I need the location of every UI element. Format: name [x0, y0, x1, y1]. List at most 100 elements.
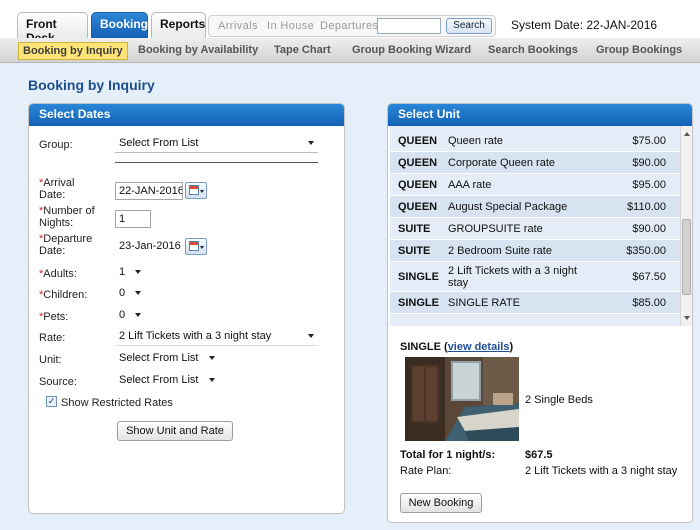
unit-price: $90.00	[632, 157, 666, 169]
arrivals-link[interactable]: Arrivals	[218, 20, 258, 32]
unit-rate-name: Corporate Queen rate	[448, 157, 556, 169]
scrollbar-thumb[interactable]	[682, 219, 691, 295]
group-select[interactable]: Select From List	[115, 135, 318, 153]
subnav-group-booking-wizard[interactable]: Group Booking Wizard	[352, 44, 471, 56]
chevron-down-icon	[308, 141, 314, 145]
nights-label-line1: Number of	[43, 205, 95, 217]
arrival-label-line1: Arrival	[43, 177, 75, 189]
subnav-booking-by-availability[interactable]: Booking by Availability	[138, 44, 258, 56]
subnav-group-bookings[interactable]: Group Bookings	[596, 44, 682, 56]
in-house-link[interactable]: In House	[267, 20, 314, 32]
checkmark-icon: ✓	[47, 396, 56, 406]
scroll-down-icon[interactable]	[684, 316, 690, 320]
show-unit-and-rate-button[interactable]: Show Unit and Rate	[117, 421, 233, 441]
rate-plan-value: 2 Lift Tickets with a 3 night stay	[525, 465, 678, 477]
unit-price: $110.00	[627, 201, 666, 213]
select-dates-panel: Select Dates Group: Select From List *Ar…	[28, 103, 345, 514]
unit-select-value: Select From List	[119, 352, 199, 364]
departures-link[interactable]: Departures	[320, 20, 378, 32]
room-photo-image	[405, 357, 519, 441]
nights-input[interactable]: 1	[115, 210, 151, 228]
unit-row[interactable]: SUITE GROUPSUITE rate $90.00	[390, 218, 680, 240]
unit-price: $85.00	[632, 297, 666, 309]
source-label: Source:	[39, 376, 77, 388]
unit-label: Unit:	[39, 354, 62, 366]
unit-rate-list: QUEEN Queen rate $75.00 QUEEN Corporate …	[390, 126, 680, 326]
new-booking-button[interactable]: New Booking	[400, 493, 482, 513]
children-select-value: 0	[119, 287, 126, 299]
unit-type: QUEEN	[398, 157, 438, 169]
tab-booking[interactable]: Booking	[91, 12, 148, 38]
main-content: Booking by Inquiry Select Dates Group: S…	[0, 63, 700, 530]
departure-calendar-button[interactable]	[185, 238, 207, 255]
source-select[interactable]: Select From List	[115, 372, 219, 390]
booking-sub-nav: Booking by Inquiry Booking by Availabili…	[0, 38, 700, 63]
unit-row[interactable]: QUEEN Queen rate $75.00	[390, 130, 680, 152]
nights-label: *Number of Nights:	[39, 205, 95, 229]
search-input[interactable]	[377, 18, 441, 34]
chevron-down-icon	[135, 313, 141, 317]
unit-type: QUEEN	[398, 135, 438, 147]
unit-rate-name: 2 Lift Tickets with a 3 night stay	[448, 265, 578, 289]
children-label: *Children:	[39, 289, 87, 301]
page-title: Booking by Inquiry	[28, 77, 155, 93]
unit-select[interactable]: Select From List	[115, 350, 219, 368]
tab-front-desk[interactable]: Front Desk	[17, 12, 88, 45]
unit-type: SUITE	[398, 245, 431, 257]
arrival-label-line2: Date:	[39, 189, 66, 201]
calendar-icon	[189, 185, 199, 195]
unit-rate-name: 2 Bedroom Suite rate	[448, 245, 552, 257]
select-unit-header: Select Unit	[388, 104, 692, 126]
rate-label: Rate:	[39, 332, 66, 344]
unit-row[interactable]: SINGLE 2 Lift Tickets with a 3 night sta…	[390, 262, 680, 292]
group-label: Group:	[39, 139, 73, 151]
children-select[interactable]: 0	[115, 285, 145, 303]
unit-row[interactable]: SUITE 2 Bedroom Suite rate $350.00	[390, 240, 680, 262]
view-details-link[interactable]: view details	[448, 341, 510, 353]
scroll-up-icon[interactable]	[684, 132, 690, 136]
subnav-search-bookings[interactable]: Search Bookings	[488, 44, 578, 56]
adults-label-text: Adults:	[43, 268, 77, 280]
unit-price: $90.00	[632, 223, 666, 235]
show-restricted-rates-label: Show Restricted Rates	[61, 397, 173, 409]
chevron-down-icon	[209, 378, 215, 382]
top-navigation: Front Desk Booking Reports Arrivals In H…	[0, 0, 700, 45]
nights-label-line2: Nights:	[39, 217, 74, 229]
chevron-down-icon	[308, 334, 314, 338]
select-dates-header: Select Dates	[29, 104, 344, 126]
calendar-icon	[189, 241, 199, 251]
beds-description: 2 Single Beds	[525, 394, 593, 406]
subnav-booking-by-inquiry[interactable]: Booking by Inquiry	[18, 42, 128, 60]
unit-list-scrollbar[interactable]	[680, 126, 692, 326]
adults-select-value: 1	[119, 266, 126, 278]
unit-price: $95.00	[632, 179, 666, 191]
arrival-calendar-button[interactable]	[185, 182, 207, 199]
rate-select[interactable]: 2 Lift Tickets with a 3 night stay	[115, 328, 318, 346]
show-restricted-rates-checkbox[interactable]: ✓	[46, 396, 57, 407]
subnav-tape-chart[interactable]: Tape Chart	[274, 44, 331, 56]
pets-label: *Pets:	[39, 311, 68, 323]
unit-row[interactable]: SINGLE SINGLE RATE $85.00	[390, 292, 680, 314]
divider	[115, 162, 318, 163]
chevron-down-icon	[209, 356, 215, 360]
selected-unit-type: SINGLE	[400, 341, 441, 353]
arrival-date-input[interactable]: 22-JAN-2016	[115, 182, 183, 200]
rate-select-value: 2 Lift Tickets with a 3 night stay	[119, 330, 272, 342]
unit-rate-name: AAA rate	[448, 179, 492, 191]
unit-row[interactable]: QUEEN AAA rate $95.00	[390, 174, 680, 196]
unit-rate-name: GROUPSUITE rate	[448, 223, 543, 235]
unit-type: QUEEN	[398, 179, 438, 191]
adults-label: *Adults:	[39, 268, 77, 280]
departure-date-value[interactable]: 23-Jan-2016	[115, 238, 183, 256]
search-button[interactable]: Search	[446, 18, 492, 34]
total-value: $67.5	[525, 449, 553, 461]
unit-row[interactable]: QUEEN Corporate Queen rate $90.00	[390, 152, 680, 174]
unit-price: $75.00	[632, 135, 666, 147]
tab-reports[interactable]: Reports	[151, 12, 206, 38]
departure-label-line1: Departure	[43, 233, 93, 245]
unit-type: SINGLE	[398, 271, 439, 283]
unit-type: SUITE	[398, 223, 431, 235]
unit-row[interactable]: QUEEN August Special Package $110.00	[390, 196, 680, 218]
adults-select[interactable]: 1	[115, 264, 145, 282]
pets-select[interactable]: 0	[115, 307, 145, 325]
